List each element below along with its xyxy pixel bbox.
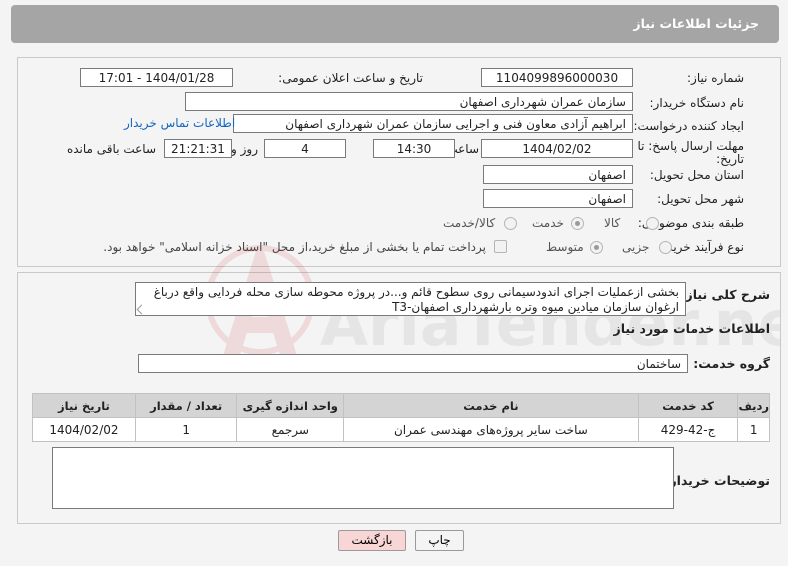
service-group-label: گروه خدمت: xyxy=(693,356,770,371)
col-header-need-date: تاریخ نیاز xyxy=(32,393,136,418)
category-service-label: خدمت xyxy=(532,216,564,230)
col-header-row-number: ردیف xyxy=(737,393,770,418)
table-row[interactable]: 1 ج-42-429 ساخت سایر پروژه‌های مهندسی عم… xyxy=(32,417,770,442)
cell-row-number: 1 xyxy=(737,417,770,442)
page-title: جزئیات اطلاعات نیاز xyxy=(633,16,759,31)
days-label: روز و xyxy=(231,142,258,156)
category-goods-service-label: کالا/خدمت xyxy=(443,216,496,230)
buyer-notes-label: توضیحات خریدار: xyxy=(664,473,770,488)
cell-service-name: ساخت سایر پروژه‌های مهندسی عمران xyxy=(343,417,639,442)
buyer-org-field[interactable]: سازمان عمران شهرداری اصفهان xyxy=(185,92,633,111)
col-header-service-code: کد خدمت xyxy=(637,393,739,418)
process-radio-medium[interactable] xyxy=(590,241,603,254)
services-table: ردیف کد خدمت نام خدمت واحد اندازه گیری ت… xyxy=(32,393,770,442)
page-header: جزئیات اطلاعات نیاز xyxy=(11,5,779,43)
need-number-field[interactable]: 1104099896000030 xyxy=(481,68,633,87)
cell-quantity: 1 xyxy=(134,417,238,442)
services-section-title: اطلاعات خدمات مورد نیاز xyxy=(613,321,771,336)
need-description-line-2: ارغوان سازمان میادین میوه وتره بارشهردار… xyxy=(392,300,679,314)
process-medium-label: متوسط xyxy=(546,240,584,254)
delivery-province-label: استان محل تحویل: xyxy=(649,168,744,182)
need-description-line-1: بخشی ازعملیات اجرای اندودسیمانی روی سطوح… xyxy=(153,285,679,299)
delivery-province-field[interactable]: اصفهان xyxy=(483,165,633,184)
announce-datetime-label: تاریخ و ساعت اعلان عمومی: xyxy=(278,71,423,85)
buyer-notes-field[interactable] xyxy=(52,447,674,509)
request-creator-label: ایجاد کننده درخواست: xyxy=(633,119,744,133)
deadline-date-field[interactable]: 1404/02/02 xyxy=(481,139,633,158)
category-radio-service[interactable] xyxy=(571,217,584,230)
remaining-days-field[interactable]: 4 xyxy=(264,139,346,158)
cell-unit: سرجمع xyxy=(236,417,345,442)
need-number-label: شماره نیاز: xyxy=(687,71,744,85)
announce-datetime-field[interactable]: 1404/01/28 - 17:01 xyxy=(80,68,233,87)
cell-service-code: ج-42-429 xyxy=(637,417,739,442)
need-description-label: شرح کلی نیاز: xyxy=(680,287,770,302)
col-header-service-name: نام خدمت xyxy=(343,393,639,418)
deadline-time-field[interactable]: 14:30 xyxy=(373,139,455,158)
category-radio-goods[interactable] xyxy=(646,217,659,230)
back-button[interactable]: بازگشت xyxy=(338,530,406,551)
category-radio-goods-service[interactable] xyxy=(504,217,517,230)
process-minor-label: جزیی xyxy=(622,240,650,254)
table-header-row: ردیف کد خدمت نام خدمت واحد اندازه گیری ت… xyxy=(32,393,770,418)
col-header-quantity: تعداد / مقدار xyxy=(134,393,238,418)
remaining-time-field[interactable]: 21:21:31 xyxy=(164,139,232,158)
delivery-city-label: شهر محل تحویل: xyxy=(657,192,744,206)
cell-need-date: 1404/02/02 xyxy=(32,417,136,442)
need-description-field[interactable]: بخشی ازعملیات اجرای اندودسیمانی روی سطوح… xyxy=(135,282,686,316)
remaining-time-label: ساعت باقی مانده xyxy=(66,142,156,156)
category-goods-label: کالا xyxy=(604,216,621,230)
deadline-date-label: تاریخ: xyxy=(716,152,744,166)
delivery-city-field[interactable]: اصفهان xyxy=(483,189,633,208)
need-info-panel xyxy=(17,57,781,267)
buyer-org-label: نام دستگاه خریدار: xyxy=(649,96,745,110)
service-group-field[interactable]: ساختمان xyxy=(138,354,688,373)
process-radio-minor[interactable] xyxy=(659,241,672,254)
treasury-payment-note: پرداخت تمام یا بخشی از مبلغ خرید،از محل … xyxy=(103,240,486,254)
col-header-unit: واحد اندازه گیری xyxy=(236,393,345,418)
print-button[interactable]: چاپ xyxy=(415,530,464,551)
request-creator-field[interactable]: ابراهیم آزادی معاون فنی و اجرایی سازمان … xyxy=(233,114,633,133)
buyer-contact-link[interactable]: اطلاعات تماس خریدار xyxy=(124,116,235,130)
treasury-payment-checkbox[interactable] xyxy=(494,240,507,253)
deadline-label: مهلت ارسال پاسخ: تا xyxy=(637,139,744,153)
